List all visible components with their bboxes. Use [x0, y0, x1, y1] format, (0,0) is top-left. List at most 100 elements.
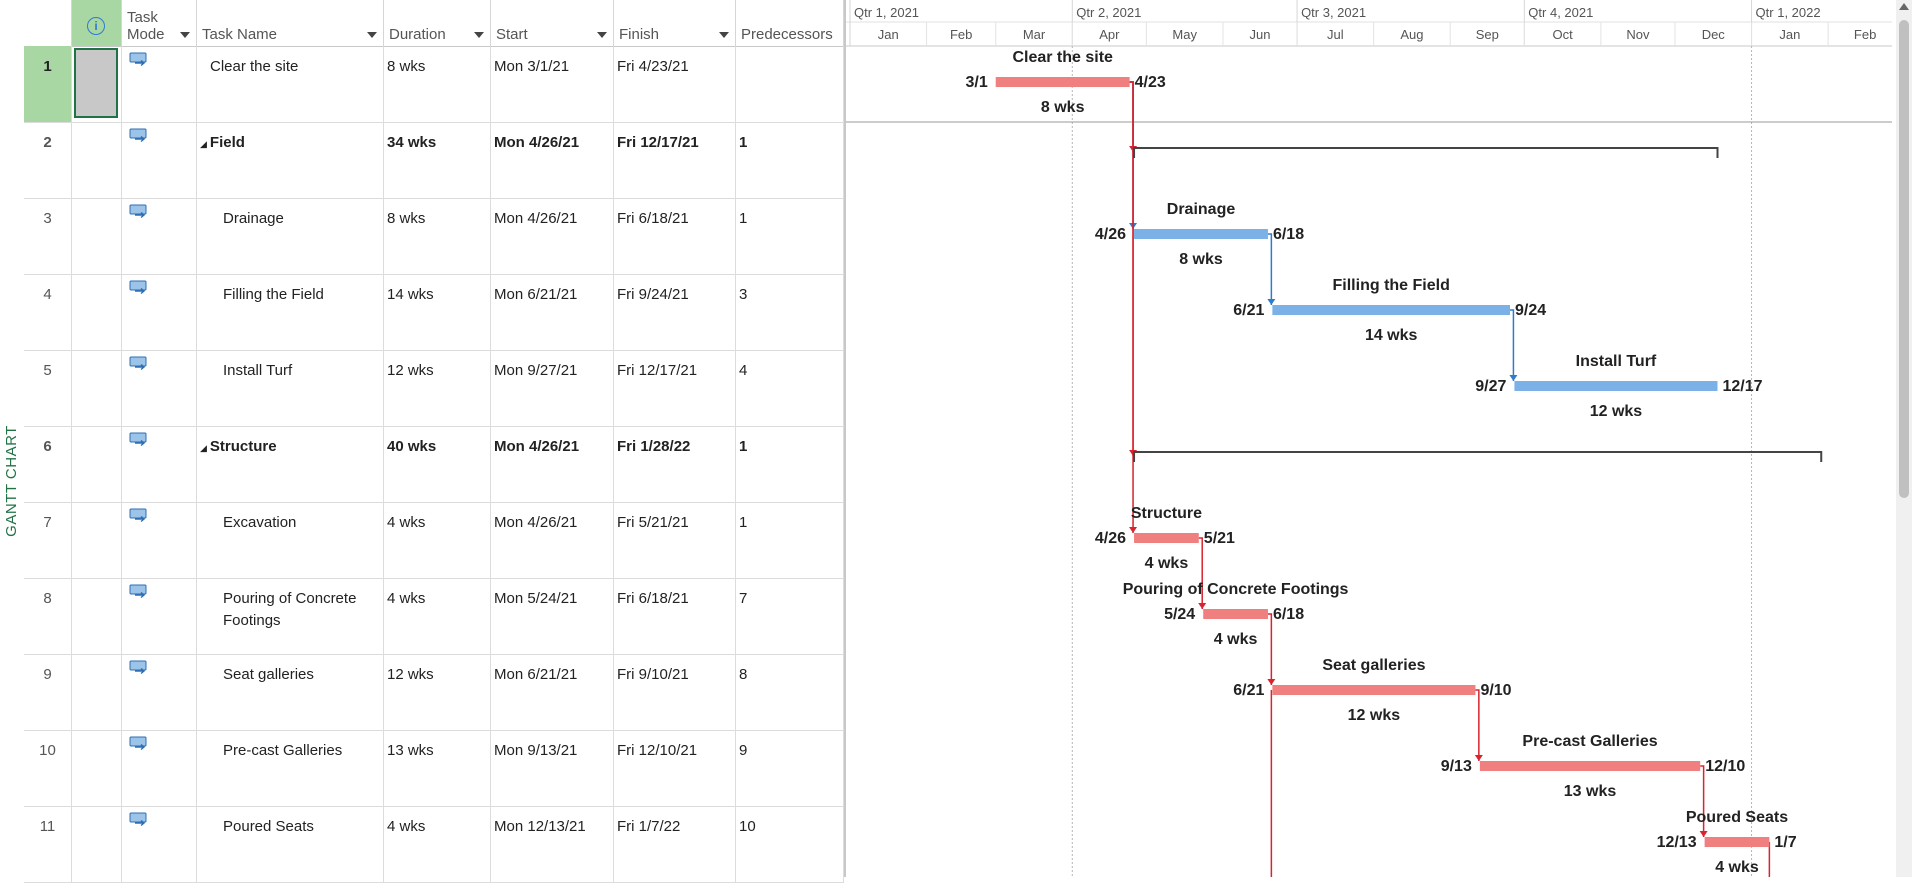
column-header-task-mode[interactable]: Task Mode — [122, 0, 197, 46]
predecessors-cell[interactable]: 1 — [736, 122, 844, 198]
dependency-link[interactable] — [1475, 689, 1480, 761]
task-bar[interactable] — [1134, 533, 1199, 543]
duration-cell[interactable]: 8 wks — [384, 198, 491, 274]
summary-bar[interactable] — [1133, 451, 1823, 462]
row-number[interactable]: 10 — [24, 730, 72, 806]
table-row[interactable]: 2 ◢ Field 34 wks Mon 4/26/21 Fri 12/17/21 1 — [24, 122, 844, 199]
column-header-duration[interactable]: Duration — [384, 0, 491, 46]
task-mode-cell[interactable] — [122, 578, 197, 654]
table-row[interactable]: 10 Pre-cast Galleries 13 wks Mon 9/13/21 Fri… — [24, 730, 844, 807]
predecessors-cell[interactable]: 1 — [736, 502, 844, 578]
duration-cell[interactable]: 4 wks — [384, 578, 491, 654]
collapse-triangle-icon[interactable]: ◢ — [200, 443, 207, 453]
chevron-down-icon[interactable] — [474, 32, 484, 38]
task-bar[interactable] — [1272, 685, 1476, 695]
start-cell[interactable]: Mon 9/27/21 — [491, 350, 614, 426]
task-name-cell[interactable]: ◢ Structure — [197, 426, 384, 502]
task-bar[interactable] — [1704, 837, 1770, 847]
indicator-cell[interactable] — [72, 274, 122, 350]
task-bar[interactable] — [1272, 305, 1511, 315]
indicator-cell[interactable] — [72, 730, 122, 806]
collapse-triangle-icon[interactable]: ◢ — [200, 139, 207, 149]
task-name-cell[interactable]: Filling the Field — [197, 274, 384, 350]
row-number[interactable]: 2 — [24, 122, 72, 198]
dependency-link[interactable] — [1700, 765, 1705, 837]
chevron-down-icon[interactable] — [367, 32, 377, 38]
task-name-cell[interactable]: Install Turf — [197, 350, 384, 426]
indicator-cell[interactable] — [72, 578, 122, 654]
task-name-cell[interactable]: Drainage — [197, 198, 384, 274]
predecessors-cell[interactable]: 1 — [736, 426, 844, 502]
indicator-cell[interactable] — [72, 806, 122, 882]
view-bar[interactable]: GANTT CHART — [0, 0, 24, 877]
duration-cell[interactable]: 12 wks — [384, 654, 491, 730]
predecessors-cell[interactable]: 4 — [736, 350, 844, 426]
column-header-predecessors[interactable]: Predecessors — [736, 0, 844, 46]
start-cell[interactable]: Mon 6/21/21 — [491, 654, 614, 730]
start-cell[interactable]: Mon 4/26/21 — [491, 198, 614, 274]
dependency-link[interactable] — [1510, 309, 1515, 381]
table-row[interactable]: 8 Pouring of Concrete Footings 4 wks Mon 5/… — [24, 578, 844, 655]
task-mode-cell[interactable] — [122, 806, 197, 882]
indicator-cell[interactable] — [72, 198, 122, 274]
chevron-down-icon[interactable] — [597, 32, 607, 38]
task-mode-cell[interactable] — [122, 46, 197, 122]
task-bar[interactable] — [1203, 609, 1268, 619]
start-cell[interactable]: Mon 4/26/21 — [491, 426, 614, 502]
task-mode-cell[interactable] — [122, 274, 197, 350]
indicator-cell[interactable] — [72, 426, 122, 502]
timescale-header[interactable] — [846, 0, 1892, 46]
indicator-cell[interactable] — [72, 122, 122, 198]
finish-cell[interactable]: Fri 6/18/21 — [614, 198, 736, 274]
duration-cell[interactable]: 8 wks — [384, 46, 491, 122]
finish-cell[interactable]: Fri 5/21/21 — [614, 502, 736, 578]
duration-cell[interactable]: 4 wks — [384, 502, 491, 578]
select-all-corner[interactable] — [24, 0, 72, 46]
row-number[interactable]: 6 — [24, 426, 72, 502]
start-cell[interactable]: Mon 4/26/21 — [491, 122, 614, 198]
task-mode-cell[interactable] — [122, 426, 197, 502]
predecessors-cell[interactable]: 1 — [736, 198, 844, 274]
dependency-link[interactable] — [1267, 233, 1273, 305]
table-row[interactable]: 5 Install Turf 12 wks Mon 9/27/21 Fri 12/17/… — [24, 350, 844, 427]
row-number[interactable]: 11 — [24, 806, 72, 882]
predecessors-cell[interactable]: 10 — [736, 806, 844, 882]
task-mode-cell[interactable] — [122, 730, 197, 806]
start-cell[interactable]: Mon 6/21/21 — [491, 274, 614, 350]
dependency-link[interactable] — [1198, 537, 1203, 609]
task-name-cell[interactable]: ◢ Field — [197, 122, 384, 198]
duration-cell[interactable]: 14 wks — [384, 274, 491, 350]
task-bar[interactable] — [1479, 761, 1701, 771]
task-mode-cell[interactable] — [122, 502, 197, 578]
task-mode-cell[interactable] — [122, 654, 197, 730]
row-number[interactable]: 9 — [24, 654, 72, 730]
finish-cell[interactable]: Fri 12/10/21 — [614, 730, 736, 806]
start-cell[interactable]: Mon 5/24/21 — [491, 578, 614, 654]
task-name-cell[interactable]: Poured Seats — [197, 806, 384, 882]
task-name-cell[interactable]: Clear the site — [197, 46, 384, 122]
duration-cell[interactable]: 40 wks — [384, 426, 491, 502]
start-cell[interactable]: Mon 12/13/21 — [491, 806, 614, 882]
task-mode-cell[interactable] — [122, 198, 197, 274]
row-number[interactable]: 1 — [24, 46, 72, 122]
start-cell[interactable]: Mon 3/1/21 — [491, 46, 614, 122]
table-row[interactable]: 1 Clear the site 8 wks Mon 3/1/21 Fri 4/23/2… — [24, 46, 844, 123]
finish-cell[interactable]: Fri 1/28/22 — [614, 426, 736, 502]
task-bar[interactable] — [1514, 381, 1718, 391]
table-row[interactable]: 7 Excavation 4 wks Mon 4/26/21 Fri 5/21/21 1 — [24, 502, 844, 579]
row-number[interactable]: 3 — [24, 198, 72, 274]
duration-cell[interactable]: 13 wks — [384, 730, 491, 806]
table-row[interactable]: 3 Drainage 8 wks Mon 4/26/21 Fri 6/18/21 1 — [24, 198, 844, 275]
start-cell[interactable]: Mon 4/26/21 — [491, 502, 614, 578]
indicator-cell[interactable] — [72, 350, 122, 426]
duration-cell[interactable]: 4 wks — [384, 806, 491, 882]
row-number[interactable]: 5 — [24, 350, 72, 426]
vertical-scrollbar[interactable] — [1896, 0, 1912, 877]
finish-cell[interactable]: Fri 4/23/21 — [614, 46, 736, 122]
table-row[interactable]: 4 Filling the Field 14 wks Mon 6/21/21 Fri 9… — [24, 274, 844, 351]
indicator-cell[interactable] — [72, 46, 122, 122]
task-bar[interactable] — [995, 77, 1130, 87]
column-header-start[interactable]: Start — [491, 0, 614, 46]
active-cell[interactable] — [74, 48, 118, 118]
row-number[interactable]: 4 — [24, 274, 72, 350]
